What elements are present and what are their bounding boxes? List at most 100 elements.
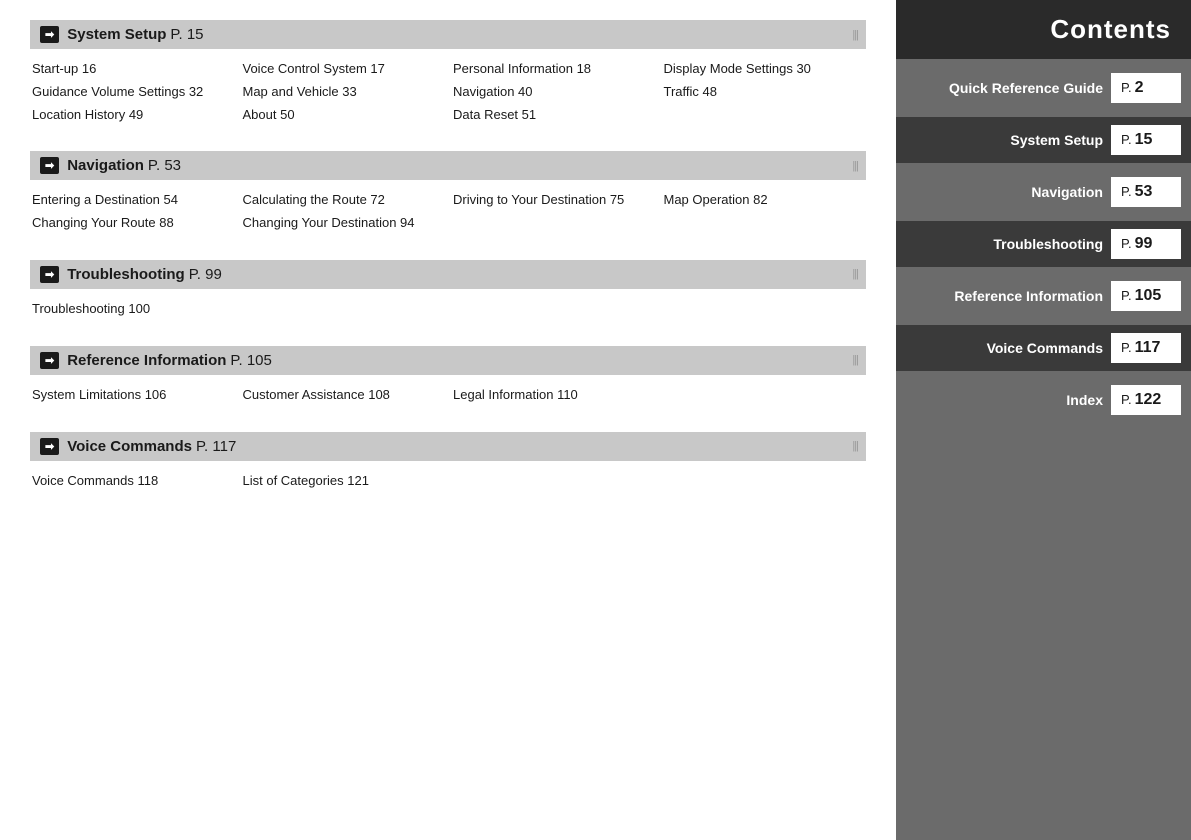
section-title: System Setup [67,26,166,43]
section-title: Voice Commands [67,438,192,455]
section-item[interactable]: Voice Control System 17 [243,59,444,80]
p-label: P. [1121,184,1132,199]
sidebar-item-label: Index [906,392,1111,408]
sidebar-item-index[interactable]: IndexP.122 [896,385,1191,415]
p-label: P. [1121,80,1132,95]
section-item[interactable]: Location History 49 [32,105,233,126]
section-title: Reference Information [67,352,226,369]
section-arrow-icon: ➡ [40,157,59,174]
section-page: P. 53 [148,157,181,174]
section-item[interactable]: Troubleshooting 100 [32,299,233,320]
section-items: Voice Commands 118 List of Categories 121 [30,467,866,500]
sidebar-item-label: Reference Information [906,288,1111,304]
section-reference-information: ➡ Reference Information P. 105 System Limi… [30,346,866,414]
section-page: P. 105 [230,352,271,369]
section-item[interactable]: Map Operation 82 [664,190,865,211]
section-navigation: ➡ Navigation P. 53 Entering a Destination … [30,151,866,242]
section-item [664,105,865,126]
section-arrow-icon: ➡ [40,352,59,369]
sidebar-item-system-setup[interactable]: System SetupP.15 [896,117,1191,163]
section-item[interactable]: Display Mode Settings 30 [664,59,865,80]
section-voice-commands: ➡ Voice Commands P. 117 Voice Commands 118… [30,432,866,500]
section-item[interactable]: Customer Assistance 108 [243,385,444,406]
p-label: P. [1121,392,1132,407]
section-item[interactable]: Traffic 48 [664,82,865,103]
section-item[interactable]: Entering a Destination 54 [32,190,233,211]
sidebar-item-troubleshooting[interactable]: TroubleshootingP.99 [896,221,1191,267]
section-arrow-icon: ➡ [40,266,59,283]
sidebar-title: Contents [896,0,1191,59]
sidebar-item-page-box: P.2 [1111,73,1181,103]
main-content: ➡ System Setup P. 15 Start-up 16 Voice Cont… [0,0,896,840]
section-item[interactable]: List of Categories 121 [243,471,444,492]
sidebar-item-voice-commands[interactable]: Voice CommandsP.117 [896,325,1191,371]
sidebar-item-label: Troubleshooting [906,236,1111,252]
page-number: 99 [1135,235,1153,252]
sidebar-item-quick-reference-guide[interactable]: Quick Reference GuideP.2 [896,73,1191,103]
sidebar: Contents Quick Reference GuideP.2System … [896,0,1191,840]
section-arrow-icon: ➡ [40,26,59,43]
sidebar-item-reference-information[interactable]: Reference InformationP.105 [896,281,1191,311]
section-item[interactable]: About 50 [243,105,444,126]
section-item[interactable]: Navigation 40 [453,82,654,103]
section-item [453,299,654,320]
p-label: P. [1121,236,1132,251]
page-number: 122 [1135,391,1162,408]
section-items: System Limitations 106 Customer Assistanc… [30,381,866,414]
section-item [453,471,654,492]
sidebar-item-label: Navigation [906,184,1111,200]
page-number: 2 [1135,79,1144,96]
section-items: Start-up 16 Voice Control System 17 Person… [30,55,866,133]
section-item[interactable]: System Limitations 106 [32,385,233,406]
section-header-voice-commands[interactable]: ➡ Voice Commands P. 117 [30,432,866,461]
section-items: Troubleshooting 100 [30,295,866,328]
sidebar-item-page-box: P.117 [1111,333,1181,363]
page-number: 117 [1135,339,1161,356]
p-label: P. [1121,340,1132,355]
section-items: Entering a Destination 54 Calculating the… [30,186,866,242]
section-item[interactable]: Personal Information 18 [453,59,654,80]
page-number: 53 [1135,183,1153,200]
section-header-reference-information[interactable]: ➡ Reference Information P. 105 [30,346,866,375]
section-item[interactable]: Map and Vehicle 33 [243,82,444,103]
section-item[interactable]: Data Reset 51 [453,105,654,126]
section-item [453,213,654,234]
section-troubleshooting: ➡ Troubleshooting P. 99 Troubleshooting 10… [30,260,866,328]
section-item[interactable]: Start-up 16 [32,59,233,80]
section-arrow-icon: ➡ [40,438,59,455]
sidebar-item-page-box: P.15 [1111,125,1181,155]
section-page: P. 15 [170,26,203,43]
section-item[interactable]: Guidance Volume Settings 32 [32,82,233,103]
page-number: 15 [1135,131,1153,148]
sidebar-item-navigation[interactable]: NavigationP.53 [896,177,1191,207]
sidebar-item-label: Voice Commands [906,340,1111,356]
section-item [664,385,865,406]
section-item [664,471,865,492]
section-item[interactable]: Voice Commands 118 [32,471,233,492]
section-item [243,299,444,320]
section-item [664,213,865,234]
section-page: P. 117 [196,438,236,455]
page-number: 105 [1135,287,1162,304]
section-item[interactable]: Changing Your Route 88 [32,213,233,234]
section-title: Troubleshooting [67,266,185,283]
sidebar-item-page-box: P.53 [1111,177,1181,207]
section-item[interactable]: Driving to Your Destination 75 [453,190,654,211]
sidebar-item-page-box: P.99 [1111,229,1181,259]
sidebar-item-label: Quick Reference Guide [906,80,1111,96]
section-item[interactable]: Changing Your Destination 94 [243,213,444,234]
sidebar-item-page-box: P.122 [1111,385,1181,415]
section-header-navigation[interactable]: ➡ Navigation P. 53 [30,151,866,180]
section-page: P. 99 [189,266,222,283]
section-title: Navigation [67,157,144,174]
section-item[interactable]: Legal Information 110 [453,385,654,406]
section-item[interactable]: Calculating the Route 72 [243,190,444,211]
section-header-system-setup[interactable]: ➡ System Setup P. 15 [30,20,866,49]
section-system-setup: ➡ System Setup P. 15 Start-up 16 Voice Cont… [30,20,866,133]
section-item [664,299,865,320]
sidebar-item-page-box: P.105 [1111,281,1181,311]
sidebar-item-label: System Setup [906,132,1111,148]
p-label: P. [1121,288,1132,303]
section-header-troubleshooting[interactable]: ➡ Troubleshooting P. 99 [30,260,866,289]
p-label: P. [1121,132,1132,147]
